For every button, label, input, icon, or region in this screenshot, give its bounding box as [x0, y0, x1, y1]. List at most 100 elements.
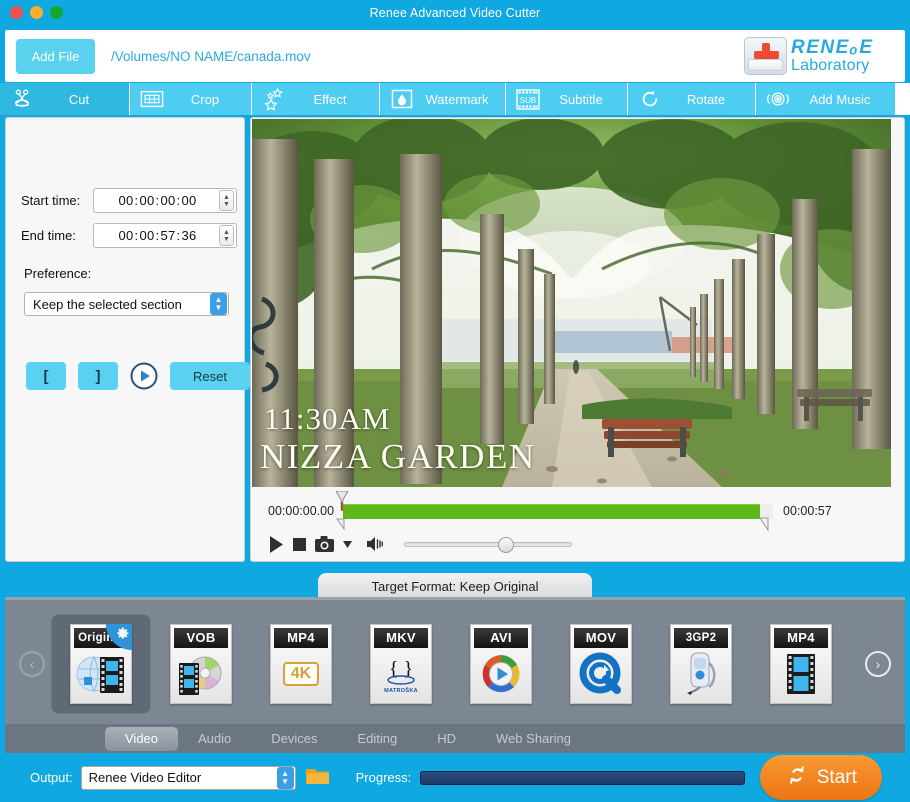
- watermark-drop-icon: [389, 87, 415, 111]
- format-card: AVI: [470, 623, 532, 704]
- tab-rotate-label: Rotate: [686, 91, 726, 107]
- minimize-button[interactable]: [30, 6, 43, 19]
- format-card: MKV { } MATROŠKA: [370, 623, 432, 704]
- output-value: Renee Video Editor: [88, 770, 202, 785]
- stop-icon[interactable]: [293, 537, 306, 551]
- file-path-label: /Volumes/NO NAME/canada.mov: [111, 48, 311, 64]
- start-hours[interactable]: 00: [117, 193, 134, 208]
- mark-out-button[interactable]: ]: [78, 362, 118, 390]
- folder-icon[interactable]: [305, 766, 330, 790]
- 4k-badge-icon: 4K: [271, 648, 331, 701]
- format-item-mov[interactable]: MOV: [551, 614, 651, 714]
- category-devices[interactable]: Devices: [251, 727, 337, 751]
- progress-label: Progress:: [355, 770, 412, 785]
- format-item-mp4[interactable]: MP4: [751, 614, 851, 714]
- preference-select[interactable]: Keep the selected section ▲ ▼: [24, 292, 229, 316]
- title-bar: Renee Advanced Video Cutter: [0, 0, 910, 26]
- format-item-mp4-4k[interactable]: MP4 4K: [251, 614, 351, 714]
- 4k-text: 4K: [282, 662, 320, 686]
- close-button[interactable]: [10, 6, 23, 19]
- end-time-row: End time: 00: 00: 57: 36 ▲ ▼: [21, 223, 237, 248]
- snapshot-dropdown-icon[interactable]: [343, 540, 352, 548]
- tab-watermark[interactable]: Watermark: [380, 83, 506, 115]
- format-next-button[interactable]: ›: [865, 650, 891, 677]
- category-hd[interactable]: HD: [417, 727, 476, 751]
- start-frames[interactable]: 00: [180, 193, 197, 208]
- format-card: MP4: [770, 623, 832, 704]
- format-item-avi[interactable]: AVI: [451, 614, 551, 714]
- play-icon[interactable]: [269, 535, 284, 553]
- format-card: MOV: [570, 623, 632, 704]
- format-item-mkv[interactable]: MKV { } MATROŠKA: [351, 614, 451, 714]
- tab-rotate[interactable]: Rotate: [628, 83, 756, 115]
- end-frames[interactable]: 36: [180, 228, 197, 243]
- output-label: Output:: [30, 770, 73, 785]
- category-editing[interactable]: Editing: [338, 727, 418, 751]
- tab-subtitle-label: Subtitle: [559, 91, 603, 107]
- reset-button[interactable]: Reset: [170, 362, 250, 390]
- video-overlay-place: NIZZA GARDEN: [260, 437, 536, 476]
- category-audio[interactable]: Audio: [178, 727, 251, 751]
- format-item-3gp2[interactable]: 3GP2: [651, 614, 751, 714]
- start-minutes[interactable]: 00: [138, 193, 155, 208]
- volume-slider[interactable]: [404, 536, 572, 553]
- start-time-stepper[interactable]: ▲ ▼: [219, 190, 234, 211]
- format-item-vob[interactable]: VOB: [151, 614, 251, 714]
- end-time-label: End time:: [21, 228, 76, 243]
- zoom-button[interactable]: [50, 6, 63, 19]
- end-seconds[interactable]: 57: [159, 228, 176, 243]
- refresh-icon: [786, 764, 808, 792]
- nav-tab-bar: Cut Crop Effect Watermark SUB Subtitle R…: [0, 83, 910, 115]
- tab-cut-label: Cut: [68, 91, 90, 107]
- volume-icon[interactable]: [367, 536, 385, 552]
- window-controls: [10, 6, 63, 19]
- tab-cut[interactable]: Cut: [0, 83, 130, 115]
- start-button[interactable]: Start: [760, 755, 883, 800]
- category-video[interactable]: Video: [105, 726, 179, 751]
- format-card: 3GP2: [670, 623, 732, 704]
- format-label-vob: VOB: [174, 627, 228, 648]
- window-title: Renee Advanced Video Cutter: [369, 6, 541, 20]
- chevron-updown-icon: ▲ ▼: [276, 766, 294, 789]
- tab-crop-label: Crop: [190, 91, 220, 107]
- start-seconds[interactable]: 00: [159, 193, 176, 208]
- snapshot-icon[interactable]: [315, 536, 334, 552]
- volume-slider-knob[interactable]: [497, 536, 514, 553]
- mark-in-button[interactable]: [: [26, 362, 66, 390]
- end-time-input[interactable]: 00: 00: 57: 36 ▲ ▼: [93, 223, 237, 248]
- end-time-stepper[interactable]: ▲ ▼: [219, 225, 234, 246]
- end-hours[interactable]: 00: [117, 228, 134, 243]
- end-minutes[interactable]: 00: [138, 228, 155, 243]
- preview-panel: 11:30AM NIZZA GARDEN 00:00:00.00 00:00:5…: [250, 117, 905, 562]
- tab-effect[interactable]: Effect: [252, 83, 380, 115]
- start-time-row: Start time: 00: 00: 00: 00 ▲ ▼: [21, 188, 237, 213]
- color-wheel-play-icon: [471, 648, 531, 701]
- timeline-row: 00:00:00.00 00:00:57: [251, 490, 890, 532]
- tab-add-music[interactable]: Add Music: [756, 83, 895, 115]
- start-time-label: Start time:: [21, 193, 81, 208]
- format-item-original[interactable]: Original: [51, 613, 151, 714]
- category-web-sharing[interactable]: Web Sharing: [476, 727, 591, 751]
- start-time-input[interactable]: 00: 00: 00: 00 ▲ ▼: [93, 188, 237, 213]
- format-card: Original: [70, 623, 132, 704]
- video-preview[interactable]: 11:30AM NIZZA GARDEN: [252, 119, 891, 487]
- tab-crop[interactable]: Crop: [130, 83, 252, 115]
- timeline-track[interactable]: [335, 490, 774, 532]
- format-card: VOB: [170, 623, 232, 704]
- bottom-bar: Output: Renee Video Editor ▲▼ Progress:: [0, 753, 910, 802]
- tab-subtitle[interactable]: SUB Subtitle: [506, 83, 628, 115]
- add-file-button[interactable]: Add File: [16, 38, 95, 74]
- file-bar: Add File /Volumes/NO NAME/canada.mov REN…: [5, 30, 905, 82]
- scissors-icon: [9, 87, 35, 111]
- format-label-mov: MOV: [574, 627, 628, 648]
- format-label-mp4: MP4: [774, 627, 828, 648]
- logo-sub-text: Laboratory: [791, 56, 870, 74]
- format-prev-button[interactable]: ‹: [19, 650, 45, 677]
- preference-value: Keep the selected section: [33, 296, 182, 312]
- target-format-tab[interactable]: Target Format: Keep Original: [318, 573, 592, 599]
- output-select[interactable]: Renee Video Editor ▲ ▼: [80, 765, 296, 790]
- film-strip-icon: [771, 648, 831, 701]
- format-category-bar: Video Audio Devices Editing HD Web Shari…: [5, 724, 905, 753]
- preference-label: Preference:: [24, 266, 92, 281]
- play-circle-icon[interactable]: [130, 362, 158, 390]
